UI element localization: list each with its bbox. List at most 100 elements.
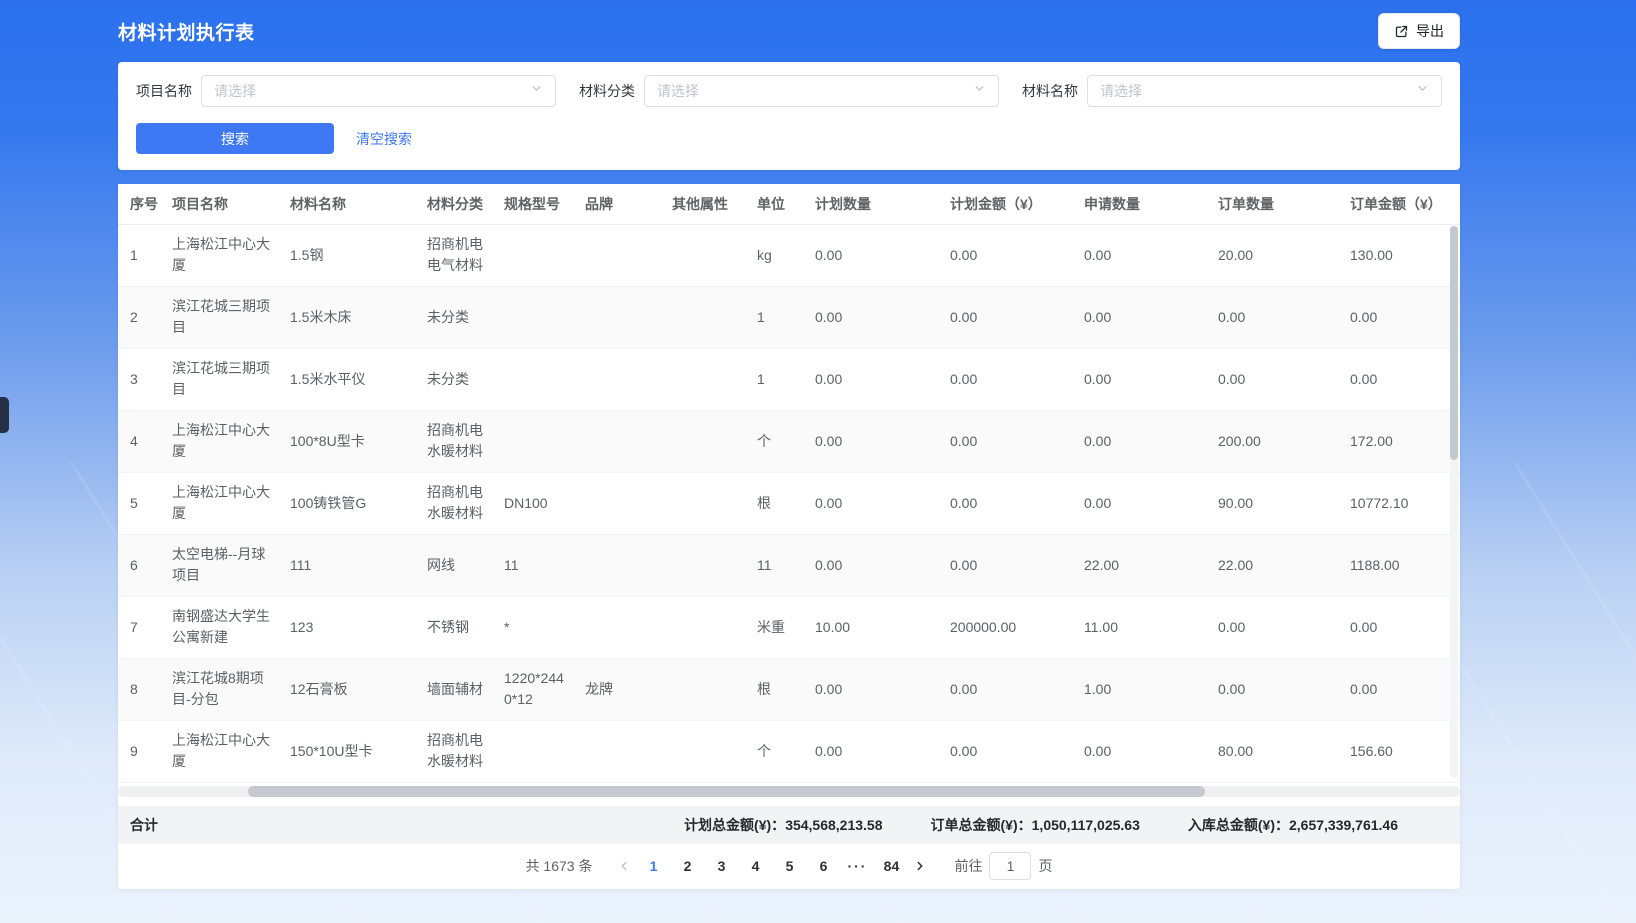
page-number-4[interactable]: 4 xyxy=(740,852,770,880)
table-cell: 3 xyxy=(118,348,160,410)
goto-page-input[interactable] xyxy=(989,852,1031,880)
page-number-84[interactable]: 84 xyxy=(876,852,906,880)
table-cell: 0.00 xyxy=(1206,348,1338,410)
drawer-handle[interactable] xyxy=(0,397,9,433)
table-cell: 130.00 xyxy=(1338,224,1460,286)
column-header: 订单金额（¥） xyxy=(1338,184,1460,224)
table-cell: 11 xyxy=(492,534,573,596)
column-header: 序号 xyxy=(118,184,160,224)
table-cell: 0.00 xyxy=(938,472,1072,534)
table-cell: 150*10U型卡 xyxy=(278,720,415,782)
horizontal-scrollbar-thumb[interactable] xyxy=(248,786,1205,797)
table-cell: 8 xyxy=(118,658,160,720)
horizontal-scrollbar[interactable] xyxy=(118,786,1460,797)
table-cell: 111 xyxy=(278,534,415,596)
table-cell xyxy=(660,472,745,534)
material-category-select[interactable]: 请选择 xyxy=(644,75,999,107)
table-cell: 100*8U型卡 xyxy=(278,410,415,472)
table-cell: 0.00 xyxy=(803,286,938,348)
table-cell: * xyxy=(492,596,573,658)
table-cell xyxy=(573,720,660,782)
next-page-button[interactable] xyxy=(906,852,934,880)
export-button[interactable]: 导出 xyxy=(1378,13,1460,49)
page-background: 材料计划执行表 导出 项目名称 请选择 xyxy=(0,0,1636,923)
select-placeholder: 请选择 xyxy=(657,81,699,101)
table-cell: 0.00 xyxy=(1072,720,1206,782)
table-cell: 4 xyxy=(118,410,160,472)
page-number-2[interactable]: 2 xyxy=(672,852,702,880)
table-cell xyxy=(573,472,660,534)
chevron-down-icon xyxy=(973,82,986,100)
table-cell: 0.00 xyxy=(1338,348,1460,410)
table-cell: 0.00 xyxy=(803,472,938,534)
table-cell: 0.00 xyxy=(938,224,1072,286)
table-cell: 招商机电水暖材料 xyxy=(415,410,492,472)
table-row: 5上海松江中心大厦100铸铁管G招商机电水暖材料DN100根0.000.000.… xyxy=(118,472,1460,534)
table-cell xyxy=(573,286,660,348)
table-cell: 滨江花城8期项目-分包 xyxy=(160,658,278,720)
table-cell: 0.00 xyxy=(803,720,938,782)
export-button-label: 导出 xyxy=(1416,21,1444,41)
column-header: 项目名称 xyxy=(160,184,278,224)
table-cell: 1220*2440*12 xyxy=(492,658,573,720)
table-cell: 12石膏板 xyxy=(278,658,415,720)
select-placeholder: 请选择 xyxy=(1100,81,1142,101)
page-number-5[interactable]: 5 xyxy=(774,852,804,880)
vertical-scrollbar[interactable] xyxy=(1450,226,1458,778)
material-category-label: 材料分类 xyxy=(579,81,635,101)
table-cell: 南钢盛达大学生公寓新建 xyxy=(160,596,278,658)
table-cell: 100铸铁管G xyxy=(278,472,415,534)
table-cell: 0.00 xyxy=(1206,286,1338,348)
table-cell: 0.00 xyxy=(803,658,938,720)
table-cell: 1 xyxy=(118,224,160,286)
table-cell: 10772.10 xyxy=(1338,472,1460,534)
table-row: 4上海松江中心大厦100*8U型卡招商机电水暖材料个0.000.000.0020… xyxy=(118,410,1460,472)
table-cell: 1188.00 xyxy=(1338,534,1460,596)
material-name-select[interactable]: 请选择 xyxy=(1087,75,1442,107)
table-cell: 80.00 xyxy=(1206,720,1338,782)
table-cell xyxy=(660,658,745,720)
clear-search-link[interactable]: 清空搜索 xyxy=(356,129,412,149)
planned-total-amount: 计划总金额(¥)：354,568,213.58 xyxy=(684,815,882,835)
column-header: 申请数量 xyxy=(1072,184,1206,224)
filter-card: 项目名称 请选择 材料分类 请选择 xyxy=(118,62,1460,170)
table-cell xyxy=(573,410,660,472)
column-header: 材料名称 xyxy=(278,184,415,224)
page-number-3[interactable]: 3 xyxy=(706,852,736,880)
order-total-amount: 订单总金额(¥)：1,050,117,025.63 xyxy=(931,815,1140,835)
search-button[interactable]: 搜索 xyxy=(136,123,334,154)
material-name-label: 材料名称 xyxy=(1022,81,1078,101)
goto-page-suffix: 页 xyxy=(1038,856,1052,876)
table-cell: 上海松江中心大厦 xyxy=(160,224,278,286)
table-cell: kg xyxy=(745,224,803,286)
table-cell: 0.00 xyxy=(1338,286,1460,348)
more-pages-icon[interactable]: ··· xyxy=(842,858,872,874)
table-cell: 墙面辅材 xyxy=(415,658,492,720)
table-cell: 0.00 xyxy=(1072,472,1206,534)
table-cell xyxy=(660,224,745,286)
table-cell: 上海松江中心大厦 xyxy=(160,410,278,472)
table-cell xyxy=(660,348,745,410)
summary-row: 合计 计划总金额(¥)：354,568,213.58 订单总金额(¥)：1,05… xyxy=(118,806,1460,844)
filter-field-material-category: 材料分类 请选择 xyxy=(579,75,999,107)
page-number-6[interactable]: 6 xyxy=(808,852,838,880)
project-name-select[interactable]: 请选择 xyxy=(201,75,556,107)
page-number-1[interactable]: 1 xyxy=(638,852,668,880)
table-cell: 1 xyxy=(745,286,803,348)
chevron-down-icon xyxy=(1416,82,1429,100)
vertical-scrollbar-thumb[interactable] xyxy=(1450,226,1458,460)
table-cell: 22.00 xyxy=(1206,534,1338,596)
prev-page-button[interactable] xyxy=(610,852,638,880)
page-title: 材料计划执行表 xyxy=(118,18,255,45)
table-cell xyxy=(660,596,745,658)
table-cell: 龙牌 xyxy=(573,658,660,720)
table-cell: DN100 xyxy=(492,472,573,534)
export-icon xyxy=(1394,24,1409,39)
table-cell: 10.00 xyxy=(803,596,938,658)
table-cell: 太空电梯--月球项目 xyxy=(160,534,278,596)
table-row: 7南钢盛达大学生公寓新建123不锈钢*米重10.00200000.0011.00… xyxy=(118,596,1460,658)
table-cell: 0.00 xyxy=(1072,286,1206,348)
table-cell: 6 xyxy=(118,534,160,596)
table-cell: 0.00 xyxy=(1206,658,1338,720)
table-cell: 11 xyxy=(745,534,803,596)
